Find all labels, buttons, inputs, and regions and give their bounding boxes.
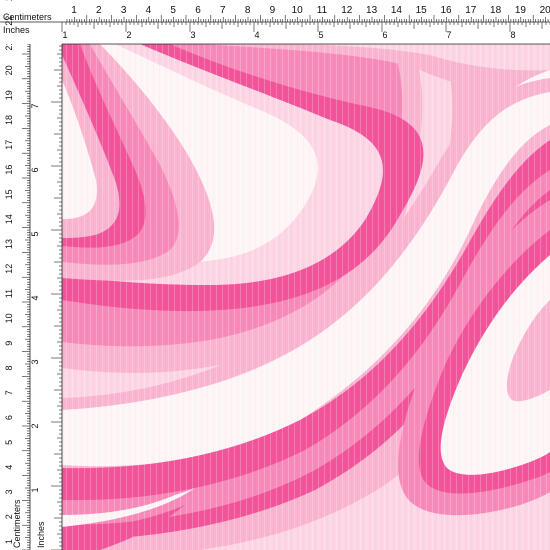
top-cm-number: 13 xyxy=(366,5,378,16)
left-cm-number: 20 xyxy=(4,65,14,75)
left-cm-number: 16 xyxy=(4,165,14,175)
left-cm-number: 7 xyxy=(4,390,14,395)
top-cm-number: 10 xyxy=(292,5,304,16)
left-cm-number: 5 xyxy=(4,440,14,445)
top-in-number: 7 xyxy=(446,30,451,40)
top-in-number: 1 xyxy=(62,30,67,40)
top-in-number: 5 xyxy=(318,30,323,40)
top-in-number: 8 xyxy=(510,30,515,40)
left-cm-number: 12 xyxy=(4,264,14,274)
top-cm-number: 2 xyxy=(96,5,102,16)
top-cm-number: 20 xyxy=(540,5,550,16)
left-ruler: Centimeters Inches 272625242322212019181… xyxy=(0,0,63,550)
top-cm-number: 5 xyxy=(170,5,176,16)
left-cm-number: 13 xyxy=(4,239,14,249)
left-cm-number: 1 xyxy=(4,539,14,544)
left-cm-number: 22 xyxy=(4,16,14,26)
top-cm-number: 12 xyxy=(341,5,353,16)
top-cm-number: 9 xyxy=(270,5,276,16)
top-cm-number: 17 xyxy=(465,5,477,16)
top-cm-number: 7 xyxy=(220,5,226,16)
top-cm-number: 16 xyxy=(440,5,452,16)
top-ruler: Centimeters Inches 1 2 3 4 5 6 7 8 9 10 11 12 13 14 15… xyxy=(0,0,550,45)
top-in-number: 6 xyxy=(382,30,387,40)
top-cm-number: 6 xyxy=(195,5,201,16)
left-in-number: 7 xyxy=(30,103,40,108)
left-cm-number: 23 xyxy=(4,0,14,1)
top-cm-number: 8 xyxy=(245,5,251,16)
left-in-number: 3 xyxy=(30,359,40,364)
left-cm-number: 2 xyxy=(4,514,14,519)
left-cm-number: 4 xyxy=(4,465,14,470)
left-in-number: 2 xyxy=(30,423,40,428)
left-cm-number: 10 xyxy=(4,313,14,323)
left-cm-number: 18 xyxy=(4,115,14,125)
top-cm-number: 4 xyxy=(146,5,152,16)
top-in-number: 4 xyxy=(254,30,259,40)
fabric-pattern xyxy=(62,44,550,550)
top-cm-number: 3 xyxy=(121,5,127,16)
left-cm-number: 19 xyxy=(4,90,14,100)
top-cm-number: 1 xyxy=(71,5,77,16)
left-cm-number: 11 xyxy=(4,289,14,298)
top-cm-number: 14 xyxy=(391,5,403,16)
ruler-corner xyxy=(0,36,62,44)
top-cm-number: 18 xyxy=(490,5,502,16)
left-cm-number: 8 xyxy=(4,365,14,370)
top-cm-number: 11 xyxy=(317,5,328,16)
left-cm-number: 3 xyxy=(4,489,14,494)
left-cm-number: 14 xyxy=(4,214,14,224)
fabric-swatch-view: Centimeters Inches 1 2 3 4 5 6 7 8 9 10 11 12 13 14 15… xyxy=(0,0,550,550)
top-in-number: 2 xyxy=(126,30,131,40)
left-cm-number: 17 xyxy=(4,140,14,150)
left-cm-number: 15 xyxy=(4,189,14,199)
left-in-number: 1 xyxy=(30,487,40,492)
left-cm-number: 6 xyxy=(4,415,14,420)
top-cm-number: 15 xyxy=(416,5,428,16)
left-in-number: 6 xyxy=(30,167,40,172)
ribbed-texture xyxy=(62,44,550,550)
left-in-number: 4 xyxy=(30,295,40,300)
top-cm-number: 19 xyxy=(515,5,527,16)
top-in-number: 3 xyxy=(190,30,195,40)
left-in-number: 5 xyxy=(30,231,40,236)
left-cm-number: 9 xyxy=(4,341,14,346)
left-ruler-in-label: Inches xyxy=(36,521,46,548)
